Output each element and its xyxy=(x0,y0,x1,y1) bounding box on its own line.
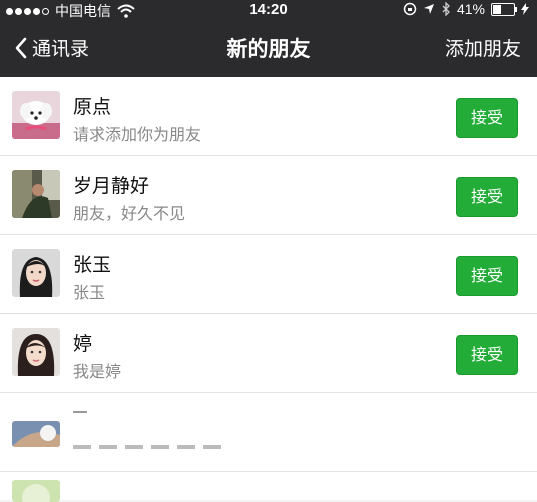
request-message: 朋友，好久不见 xyxy=(73,204,186,223)
avatar xyxy=(12,91,60,139)
battery-percent: 41% xyxy=(456,1,485,17)
friend-request-list: 原点 请求添加你为朋友 接受 岁月静好 朋友，好久不见 接受 张玉 张玉 接受 … xyxy=(0,77,537,502)
avatar xyxy=(12,249,60,297)
battery-icon xyxy=(491,2,517,16)
friend-name: 岁月静好 xyxy=(73,175,150,197)
request-message: 请求添加你为朋友 xyxy=(73,125,202,144)
rotation-lock-icon xyxy=(403,2,417,16)
accept-button[interactable]: 接受 xyxy=(456,256,518,296)
friend-request-item[interactable]: 岁月静好 朋友，好久不见 接受 xyxy=(0,156,537,235)
back-button[interactable]: 通讯录 xyxy=(14,34,89,61)
add-friend-button[interactable]: 添加朋友 xyxy=(445,34,521,61)
friend-request-item-obscured[interactable] xyxy=(0,393,537,472)
friend-request-item-cutoff[interactable] xyxy=(0,472,537,502)
charging-icon xyxy=(521,3,529,15)
request-message: 我是婷 xyxy=(73,362,122,381)
obscured-message xyxy=(73,445,223,449)
accept-button[interactable]: 接受 xyxy=(456,177,518,217)
avatar xyxy=(12,328,60,376)
accept-button[interactable]: 接受 xyxy=(456,98,518,138)
avatar xyxy=(12,170,60,218)
accept-button[interactable]: 接受 xyxy=(456,335,518,375)
navigation-bar: 通讯录 新的朋友 添加朋友 xyxy=(0,20,537,77)
obscured-name xyxy=(73,411,87,421)
friend-name: 婷 xyxy=(73,333,93,355)
friend-name: 张玉 xyxy=(73,254,112,276)
back-label: 通讯录 xyxy=(32,38,90,60)
friend-request-item[interactable]: 张玉 张玉 接受 xyxy=(0,235,537,314)
avatar xyxy=(12,480,60,502)
avatar xyxy=(12,421,60,447)
friend-name: 原点 xyxy=(73,96,112,118)
battery-fill xyxy=(493,4,501,14)
bluetooth-icon xyxy=(442,2,450,16)
location-icon xyxy=(423,4,434,14)
friend-request-item[interactable]: 原点 请求添加你为朋友 接受 xyxy=(0,77,537,156)
friend-request-item[interactable]: 婷 我是婷 接受 xyxy=(0,314,537,393)
status-right: 41% xyxy=(403,1,529,17)
request-message: 张玉 xyxy=(73,283,106,302)
chevron-left-icon xyxy=(15,37,27,58)
status-bar: 中国电信 14:20 41% xyxy=(0,0,537,20)
